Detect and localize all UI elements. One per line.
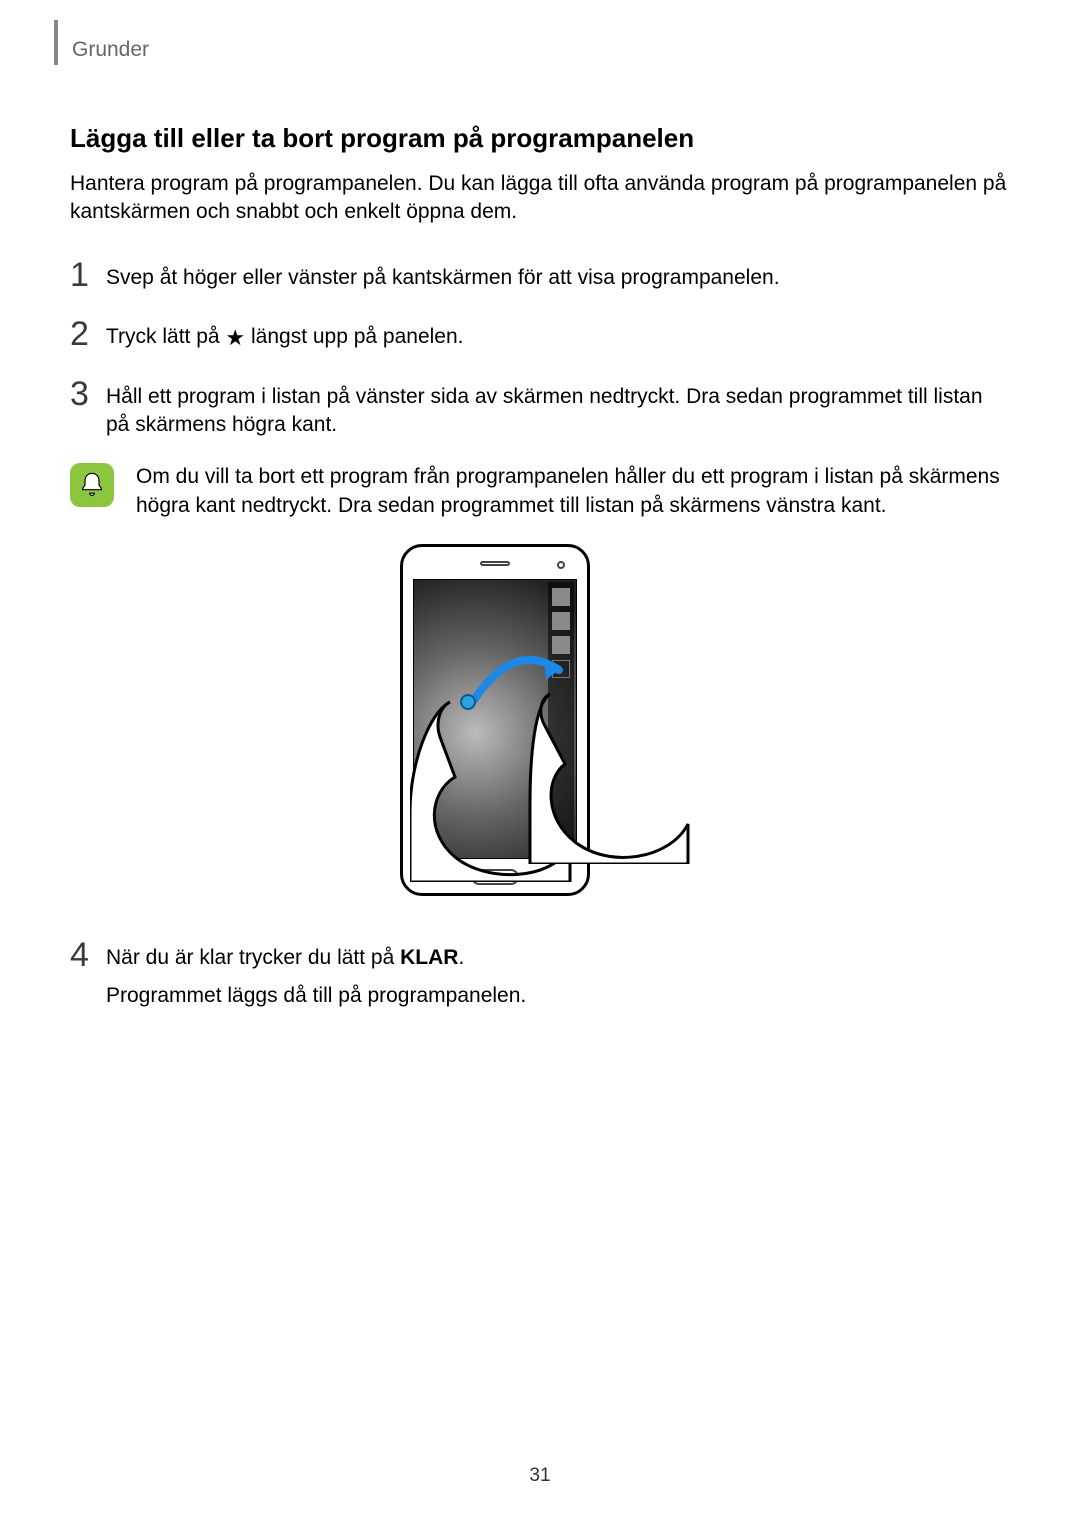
page-number: 31: [0, 1465, 1080, 1487]
step-text: Tryck lätt på ★ längst upp på panelen.: [106, 317, 1010, 353]
step-number: 4: [70, 938, 106, 972]
gesture-illustration: [70, 544, 1010, 914]
intro-paragraph: Hantera program på programpanelen. Du ka…: [70, 170, 1010, 227]
bell-icon: [70, 463, 114, 507]
step-2: 2 Tryck lätt på ★ längst upp på panelen.: [70, 317, 1010, 353]
step-number: 3: [70, 377, 106, 411]
step-number: 1: [70, 258, 106, 292]
panel-slot: [552, 612, 570, 630]
step-4: 4 När du är klar trycker du lätt på KLAR…: [70, 938, 1010, 1021]
step-3: 3 Håll ett program i listan på vänster s…: [70, 377, 1010, 440]
klar-label: KLAR: [400, 946, 458, 969]
step4-line1-pre: När du är klar trycker du lätt på: [106, 946, 400, 969]
hand-right-icon: [520, 664, 690, 864]
manual-page: Grunder Lägga till eller ta bort program…: [0, 0, 1080, 1527]
note-text: Om du vill ta bort ett program från prog…: [136, 463, 1010, 520]
step-1: 1 Svep åt höger eller vänster på kantskä…: [70, 258, 1010, 292]
phone-speaker: [480, 561, 510, 566]
step-text: Svep åt höger eller vänster på kantskärm…: [106, 258, 1010, 292]
step-text-pre: Tryck lätt på: [106, 325, 225, 348]
section-heading: Lägga till eller ta bort program på prog…: [70, 122, 1010, 156]
header-rule: [54, 20, 58, 65]
phone-camera: [557, 561, 565, 569]
step-text: När du är klar trycker du lätt på KLAR. …: [106, 938, 1010, 1021]
step4-line1-post: .: [458, 946, 464, 969]
step-text-post: längst upp på panelen.: [245, 325, 463, 348]
step-list: 1 Svep åt höger eller vänster på kantskä…: [70, 258, 1010, 1020]
star-icon: ★: [225, 325, 245, 350]
panel-slot: [552, 588, 570, 606]
step-text: Håll ett program i listan på vänster sid…: [106, 377, 1010, 440]
note-callout: Om du vill ta bort ett program från prog…: [70, 463, 1010, 520]
step-number: 2: [70, 317, 106, 351]
panel-slot: [552, 636, 570, 654]
step4-line2: Programmet läggs då till på programpanel…: [106, 982, 1010, 1010]
header-section-label: Grunder: [72, 38, 149, 62]
